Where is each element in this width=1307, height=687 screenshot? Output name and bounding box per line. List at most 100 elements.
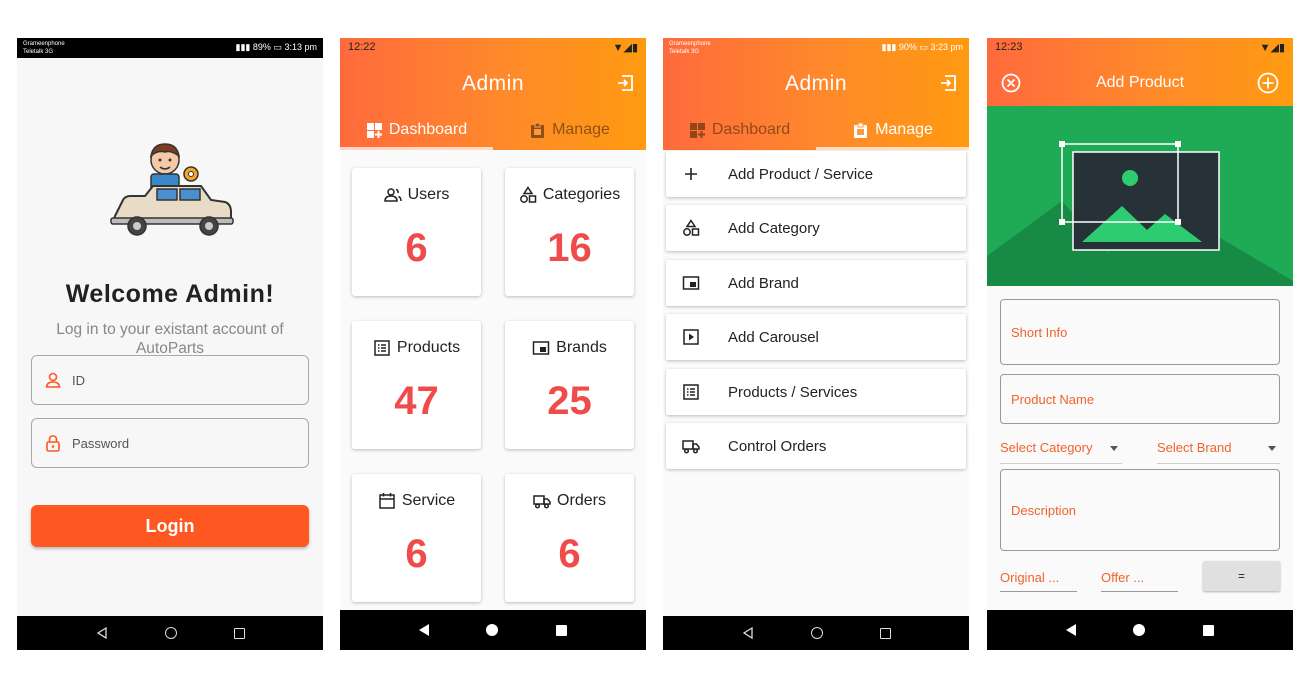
- stat-label: Users: [407, 186, 450, 203]
- shapes-icon: [519, 186, 537, 203]
- menu-control-orders[interactable]: Control Orders: [666, 423, 966, 469]
- picture-in-picture-icon: [532, 341, 550, 355]
- stat-card-service[interactable]: Service 6: [352, 474, 481, 602]
- home-icon[interactable]: [164, 627, 177, 639]
- back-icon[interactable]: [96, 627, 108, 639]
- back-icon[interactable]: [418, 624, 429, 636]
- carrier-name: Grameenphone: [669, 41, 711, 47]
- calculate-button[interactable]: =: [1203, 561, 1280, 591]
- back-icon[interactable]: [1065, 624, 1076, 636]
- picture-in-picture-icon: [682, 276, 700, 290]
- home-icon[interactable]: [1133, 624, 1146, 636]
- battery-level: 90%: [898, 42, 917, 52]
- play-box-icon: [683, 329, 699, 345]
- stat-label: Service: [401, 492, 456, 509]
- recents-icon[interactable]: [556, 624, 568, 636]
- menu-add-brand[interactable]: Add Brand: [666, 260, 966, 306]
- login-screen: Grameenphone Teletalk 3G ▮▮▮ 89% ▭ 3:13 …: [17, 38, 323, 650]
- dashboard-screen: 12:22 ▼◢▮ Admin Dashboard Manage Users 6: [340, 38, 646, 650]
- menu-add-category[interactable]: Add Category: [666, 205, 966, 251]
- tab-label: Manage: [875, 121, 933, 138]
- back-icon[interactable]: [742, 627, 754, 639]
- manage-screen: Grameenphone Teletalk 3G ▮▮▮ 90% ▭ 3:23 …: [663, 38, 969, 650]
- page-title: Admin: [784, 72, 848, 95]
- list-icon: [683, 384, 699, 400]
- menu-label: Add Brand: [728, 274, 799, 292]
- recents-icon[interactable]: [233, 627, 245, 639]
- clock: 3:23 pm: [930, 42, 963, 52]
- home-icon[interactable]: [486, 624, 499, 636]
- android-nav-bar: [663, 616, 969, 650]
- id-field[interactable]: ID: [31, 355, 309, 405]
- logout-icon[interactable]: [939, 74, 957, 92]
- tab-dashboard[interactable]: Dashboard: [340, 110, 493, 150]
- stat-card-orders[interactable]: Orders 6: [505, 474, 634, 602]
- login-subtitle: Log in to your existant account of AutoP…: [56, 321, 284, 357]
- menu-label: Add Category: [728, 219, 820, 237]
- short-info-field[interactable]: Short Info: [1000, 299, 1280, 365]
- menu-add-carousel[interactable]: Add Carousel: [666, 314, 966, 360]
- truck-icon: [533, 495, 551, 509]
- product-name-placeholder: Product Name: [1011, 392, 1095, 407]
- tab-dashboard[interactable]: Dashboard: [663, 110, 816, 150]
- clock: 12:22: [348, 41, 376, 53]
- android-nav-bar: [987, 610, 1293, 650]
- signal-icon: ▮▮▮: [235, 42, 251, 52]
- tab-manage[interactable]: Manage: [493, 110, 646, 150]
- brand-select[interactable]: Select Brand: [1157, 440, 1280, 464]
- original-price-field[interactable]: Original ...: [1000, 562, 1077, 592]
- login-body: Welcome Admin! Log in to your existant a…: [17, 58, 323, 616]
- plus-icon: [685, 168, 697, 180]
- carrier-name: Teletalk 3G: [669, 49, 700, 55]
- clock: 12:23: [995, 41, 1023, 53]
- stat-value: 6: [405, 226, 428, 270]
- password-field[interactable]: Password: [31, 418, 309, 468]
- calendar-icon: [379, 493, 395, 509]
- login-button[interactable]: Login: [31, 505, 309, 547]
- product-name-field[interactable]: Product Name: [1000, 374, 1280, 424]
- stat-card-users[interactable]: Users 6: [352, 168, 481, 296]
- home-icon[interactable]: [810, 627, 823, 639]
- tab-label: Dashboard: [388, 121, 468, 138]
- person-icon: [45, 372, 61, 388]
- logout-icon[interactable]: [616, 74, 634, 92]
- app-header: 12:23 ▼◢▮ Add Product: [987, 38, 1293, 106]
- recents-icon[interactable]: [879, 627, 891, 639]
- description-field[interactable]: Description: [1000, 469, 1280, 551]
- clipboard-icon: [854, 122, 868, 138]
- tab-bar: Dashboard Manage: [340, 110, 646, 150]
- recents-icon[interactable]: [1203, 624, 1215, 636]
- menu-products-services[interactable]: Products / Services: [666, 369, 966, 415]
- clipboard-icon: [531, 122, 545, 138]
- status-bar: 12:23 ▼◢▮: [987, 38, 1293, 58]
- tab-label: Dashboard: [711, 121, 791, 138]
- image-picker[interactable]: [987, 106, 1293, 286]
- battery-icon: ▭: [919, 42, 928, 52]
- list-icon: [374, 340, 390, 356]
- battery-level: 89%: [252, 42, 271, 52]
- dropdown-arrow-icon: [1110, 446, 1118, 451]
- stat-label: Products: [396, 339, 461, 356]
- category-select-label: Select Category: [1000, 440, 1093, 455]
- stat-card-brands[interactable]: Brands 25: [505, 321, 634, 449]
- menu-add-product[interactable]: Add Product / Service: [666, 151, 966, 197]
- stat-card-categories[interactable]: Categories 16: [505, 168, 634, 296]
- status-bar: 12:22 ▼◢▮: [340, 38, 646, 58]
- add-circle-icon[interactable]: [1257, 72, 1279, 94]
- stat-value: 6: [405, 532, 428, 576]
- status-bar: Grameenphone Teletalk 3G ▮▮▮ 90% ▭ 3:23 …: [663, 38, 969, 58]
- original-price-placeholder: Original ...: [1000, 570, 1060, 585]
- status-bar: Grameenphone Teletalk 3G ▮▮▮ 89% ▭ 3:13 …: [17, 38, 323, 58]
- password-placeholder: Password: [72, 435, 130, 451]
- offer-price-field[interactable]: Offer ...: [1101, 562, 1178, 592]
- category-select[interactable]: Select Category: [1000, 440, 1122, 464]
- short-info-placeholder: Short Info: [1011, 325, 1068, 340]
- brand-select-label: Select Brand: [1157, 440, 1232, 455]
- tab-manage[interactable]: Manage: [816, 110, 969, 150]
- stat-value: 25: [547, 379, 592, 423]
- signal-battery-icons: ▼◢▮: [612, 42, 638, 54]
- stat-label: Orders: [557, 492, 606, 509]
- page-title: Add Product: [1095, 74, 1185, 91]
- stat-card-products[interactable]: Products 47: [352, 321, 481, 449]
- dropdown-arrow-icon: [1268, 446, 1276, 451]
